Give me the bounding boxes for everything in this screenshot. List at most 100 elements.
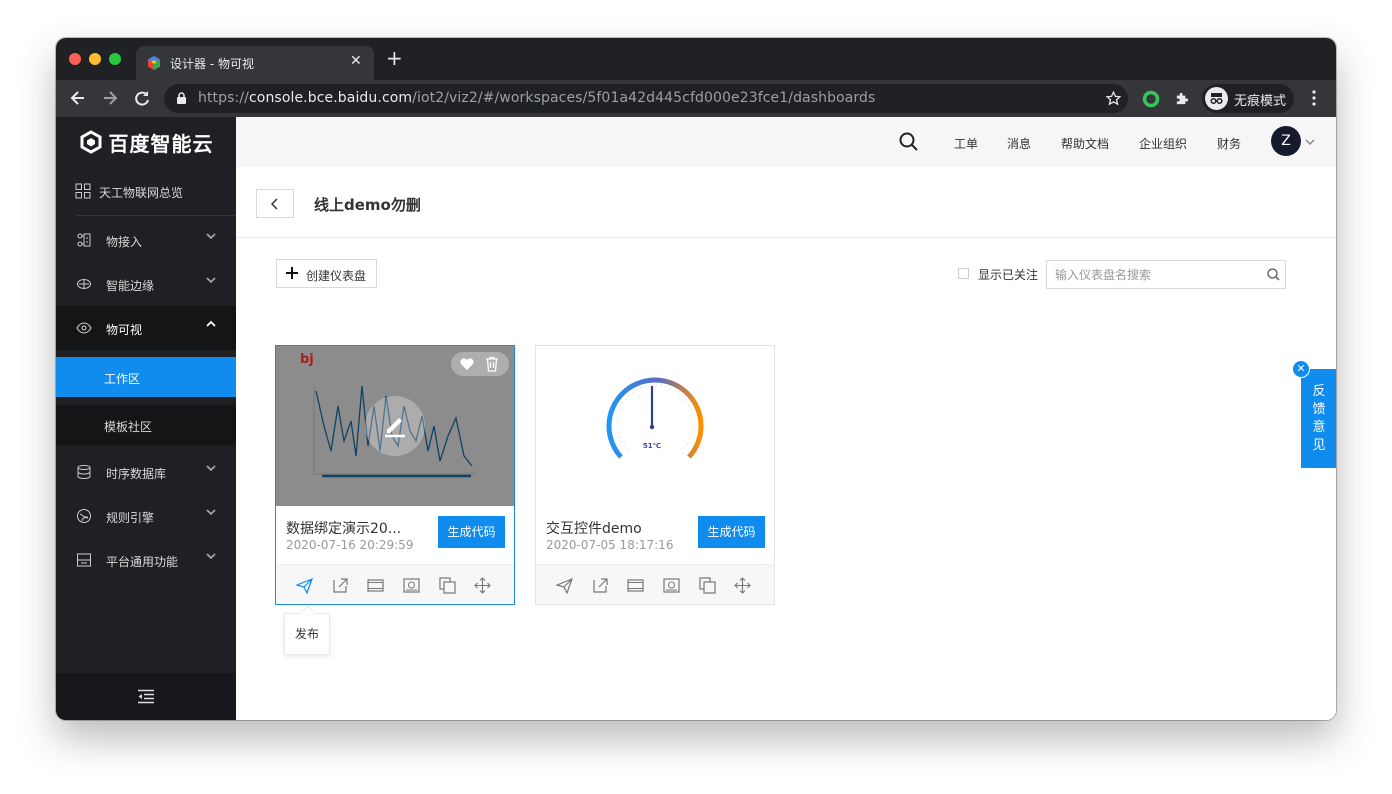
- new-tab-button[interactable]: +: [386, 48, 403, 68]
- show-followed-label[interactable]: 显示已关注: [978, 266, 1038, 283]
- dashboard-name: 交互控件demo: [546, 521, 642, 537]
- gauge-thumbnail: 51℃: [606, 377, 704, 459]
- incognito-label: 无痕模式: [1234, 94, 1287, 109]
- avatar[interactable]: Z: [1271, 126, 1301, 156]
- top-header: 工单 消息 帮助文档 企业组织 财务 Z: [236, 117, 1336, 167]
- generate-code-button[interactable]: 生成代码: [698, 516, 765, 548]
- edit-pencil-icon: [385, 418, 405, 438]
- fullscreen-icon[interactable]: [367, 577, 384, 594]
- edge-icon: [77, 279, 91, 289]
- page-header: 线上demo勿删: [236, 167, 1336, 238]
- browser-menu-icon[interactable]: [1308, 88, 1320, 108]
- close-window-button[interactable]: [69, 53, 81, 65]
- incognito-icon: [1205, 87, 1228, 110]
- chevron-down-icon[interactable]: [1305, 138, 1315, 146]
- page-title: 线上demo勿删: [314, 196, 421, 214]
- search-icon[interactable]: [1267, 268, 1280, 281]
- chevron-left-icon: [270, 198, 278, 210]
- tab-close-icon[interactable]: ✕: [350, 53, 362, 69]
- fullscreen-icon[interactable]: [627, 577, 644, 594]
- sidebar-item-tsdb[interactable]: 时序数据库: [56, 450, 236, 494]
- chevron-down-icon: [206, 231, 216, 244]
- edit-dashboard-button[interactable]: [365, 396, 425, 456]
- open-external-icon[interactable]: [592, 577, 609, 594]
- brand-logo[interactable]: 百度智能云: [56, 117, 236, 167]
- move-icon[interactable]: [734, 577, 751, 594]
- incognito-indicator[interactable]: 无痕模式: [1202, 84, 1294, 113]
- generate-code-button[interactable]: 生成代码: [438, 516, 505, 548]
- sidebar-item-visual[interactable]: 物可视: [56, 306, 236, 350]
- show-followed-checkbox[interactable]: [958, 268, 969, 279]
- url-text: https://console.bce.baidu.com/iot2/viz2/…: [198, 90, 876, 106]
- heart-icon[interactable]: [459, 357, 475, 371]
- cloud-logo-icon: [80, 130, 101, 154]
- sidebar-item-edge[interactable]: 智能边缘: [56, 262, 236, 306]
- chevron-down-icon: [206, 551, 216, 564]
- copy-icon[interactable]: [699, 577, 716, 594]
- eye-icon: [76, 322, 92, 334]
- dashboard-date: 2020-07-16 20:29:59: [286, 538, 414, 552]
- extension-ring-icon[interactable]: [1142, 90, 1160, 108]
- feedback-tab[interactable]: 反馈意见: [1301, 369, 1336, 468]
- preview-icon[interactable]: [663, 577, 680, 594]
- sidebar-item-platform[interactable]: 平台通用功能: [56, 538, 236, 582]
- sidebar-item-label: 智能边缘: [106, 279, 155, 293]
- sidebar-item-rules[interactable]: 规则引擎: [56, 494, 236, 538]
- chevron-up-icon: [206, 319, 216, 332]
- dashboard-name: 数据绑定演示20...: [286, 521, 402, 537]
- search-input[interactable]: [1047, 261, 1257, 288]
- preview-icon[interactable]: [403, 577, 420, 594]
- sidebar-item-overview[interactable]: 天工物联网总览: [56, 169, 236, 213]
- collapse-menu-icon[interactable]: [137, 689, 155, 704]
- back-button[interactable]: [256, 189, 294, 218]
- trash-icon[interactable]: [485, 356, 499, 372]
- sidebar-item-label: 平台通用功能: [106, 555, 179, 569]
- database-icon: [77, 465, 91, 480]
- dashboard-card[interactable]: 51℃ 交互控件demo 2020-07-05 18:17:16 生成代码: [535, 345, 775, 605]
- favicon-icon: [148, 56, 160, 70]
- bookmark-star-icon[interactable]: [1105, 90, 1122, 107]
- tab-bar: 设计器 - 物可视 ✕ +: [56, 38, 1336, 80]
- header-link-messages[interactable]: 消息: [1007, 135, 1031, 152]
- create-dashboard-button[interactable]: 创建仪表盘: [276, 259, 377, 288]
- forward-icon[interactable]: [99, 87, 121, 109]
- browser-tab[interactable]: 设计器 - 物可视 ✕: [136, 46, 374, 80]
- move-icon[interactable]: [474, 577, 491, 594]
- address-bar[interactable]: https://console.bce.baidu.com/iot2/viz2/…: [164, 84, 1128, 113]
- publish-tooltip: 发布: [284, 613, 330, 655]
- publish-icon[interactable]: [296, 577, 313, 594]
- sidebar-subitem-label: 模板社区: [104, 420, 153, 434]
- dashboard-card[interactable]: bj 数据绑定演示20... 2020-07-16 20:29:59 生成代码: [275, 345, 515, 605]
- header-link-docs[interactable]: 帮助文档: [1061, 135, 1109, 152]
- rule-icon: [77, 509, 91, 523]
- header-link-finance[interactable]: 财务: [1217, 135, 1241, 152]
- open-external-icon[interactable]: [332, 577, 349, 594]
- search-icon[interactable]: [899, 132, 918, 151]
- brand-name: 百度智能云: [108, 131, 214, 156]
- main-content: 线上demo勿删 创建仪表盘 显示已关注 输入仪表盘名搜索 bj 数据绑定演示2…: [236, 167, 1336, 720]
- back-icon[interactable]: [67, 87, 89, 109]
- card-quick-actions: [451, 352, 509, 376]
- card-action-bar: [276, 564, 514, 604]
- sidebar-item-label: 物接入: [106, 235, 143, 249]
- sidebar-item-iot-access[interactable]: 物接入: [56, 218, 236, 262]
- dashboard-thumbnail[interactable]: 51℃: [536, 346, 774, 506]
- sidebar-subitem-workspace[interactable]: 工作区: [56, 357, 236, 397]
- dashboard-thumbnail[interactable]: bj: [276, 346, 514, 506]
- header-link-org[interactable]: 企业组织: [1139, 135, 1187, 152]
- copy-icon[interactable]: [439, 577, 456, 594]
- header-link-ticket[interactable]: 工单: [954, 135, 978, 152]
- maximize-window-button[interactable]: [109, 53, 121, 65]
- sidebar-subitem-label: 工作区: [104, 372, 141, 386]
- feedback-close-icon[interactable]: ✕: [1292, 360, 1310, 378]
- minimize-window-button[interactable]: [89, 53, 101, 65]
- sidebar-subitem-template-community[interactable]: 模板社区: [56, 405, 236, 445]
- sidebar-collapse-bar: [56, 673, 236, 720]
- reload-icon[interactable]: [131, 87, 153, 109]
- publish-icon[interactable]: [556, 577, 573, 594]
- extensions-puzzle-icon[interactable]: [1174, 90, 1191, 107]
- tab-title: 设计器 - 物可视: [170, 57, 254, 71]
- dashboard-search: [1046, 260, 1286, 289]
- sidebar-divider: [76, 215, 256, 216]
- network-icon: [77, 233, 91, 247]
